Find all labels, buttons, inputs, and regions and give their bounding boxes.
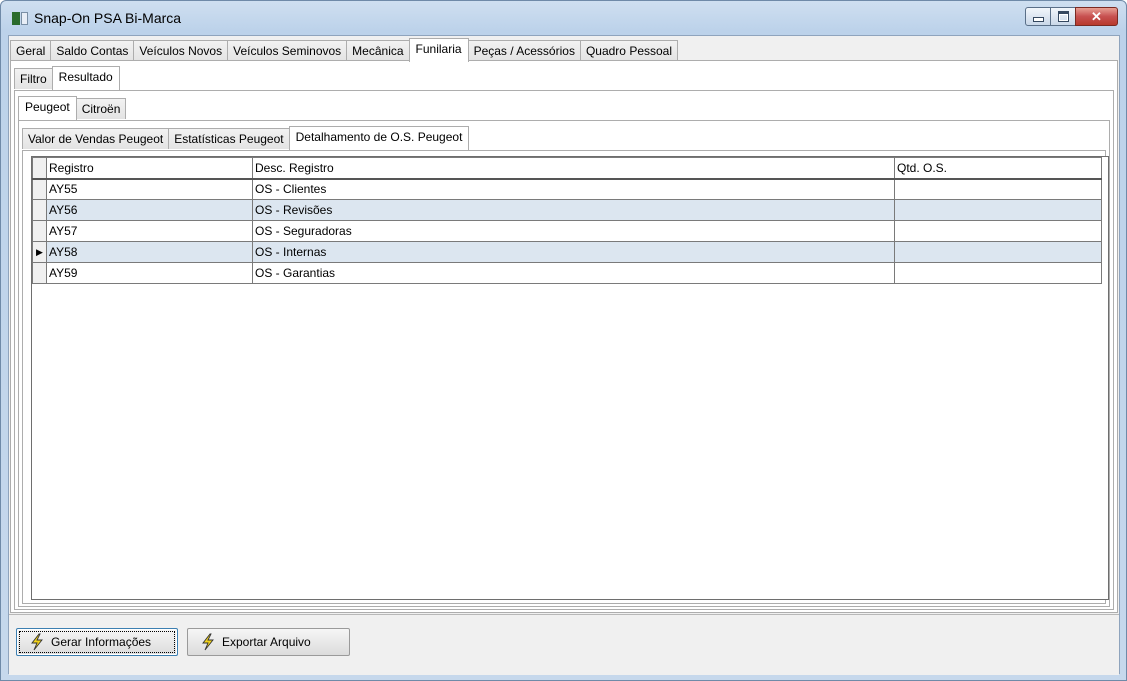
tab-citroen[interactable]: Citroën: [75, 98, 127, 119]
column-header-qtd-os[interactable]: Qtd. O.S.: [894, 157, 1102, 180]
cell-qtd[interactable]: [894, 178, 1102, 200]
table-row[interactable]: AY57 OS - Seguradoras: [32, 220, 1102, 242]
gerar-informacoes-label: Gerar Informações: [51, 635, 152, 649]
table-row[interactable]: AY56 OS - Revisões: [32, 199, 1102, 221]
tab-veiculos-seminovos[interactable]: Veículos Seminovos: [227, 40, 348, 61]
row-indicator[interactable]: [32, 199, 47, 221]
os-table: Registro Desc. Registro Qtd. O.S. AY55 O…: [32, 157, 1102, 284]
cell-registro[interactable]: AY58: [46, 241, 253, 263]
row-indicator-header: [32, 157, 47, 180]
lightning-bolt-icon: [202, 633, 214, 651]
brand-tabs: Peugeot Citroën: [18, 96, 127, 120]
cell-desc[interactable]: OS - Clientes: [252, 178, 895, 200]
table-row[interactable]: AY59 OS - Garantias: [32, 262, 1102, 284]
table-header-row: Registro Desc. Registro Qtd. O.S.: [32, 157, 1102, 180]
cell-qtd[interactable]: [894, 199, 1102, 221]
column-header-desc-registro[interactable]: Desc. Registro: [252, 157, 895, 180]
gerar-informacoes-button[interactable]: Gerar Informações: [16, 628, 178, 656]
tab-mecanica[interactable]: Mecânica: [346, 40, 410, 61]
tab-quadro-pessoal[interactable]: Quadro Pessoal: [579, 40, 679, 61]
tab-filtro[interactable]: Filtro: [14, 68, 53, 89]
cell-registro[interactable]: AY59: [46, 262, 253, 284]
app-icon: [12, 12, 28, 25]
row-indicator[interactable]: [32, 178, 47, 200]
tab-saldo-contas[interactable]: Saldo Contas: [50, 40, 135, 61]
title-bar[interactable]: Snap-On PSA Bi-Marca ✕: [1, 1, 1126, 35]
tab-pecas-acessorios[interactable]: Peças / Acessórios: [467, 40, 581, 61]
cell-qtd[interactable]: [894, 262, 1102, 284]
maximize-icon: [1057, 11, 1069, 22]
tab-valor-vendas[interactable]: Valor de Vendas Peugeot: [22, 128, 170, 149]
lightning-bolt-icon: [31, 633, 43, 651]
table-row-current[interactable]: ▶ AY58 OS - Internas: [32, 241, 1102, 263]
report-tabs: Valor de Vendas Peugeot Estatísticas Peu…: [22, 126, 470, 150]
cell-desc[interactable]: OS - Garantias: [252, 262, 895, 284]
main-tabs: Geral Saldo Contas Veículos Novos Veícul…: [10, 38, 679, 62]
cell-registro[interactable]: AY56: [46, 199, 253, 221]
app-window: Snap-On PSA Bi-Marca ✕ Geral Saldo Conta…: [0, 0, 1127, 681]
tab-funilaria[interactable]: Funilaria: [408, 38, 469, 62]
tab-peugeot[interactable]: Peugeot: [18, 96, 77, 120]
cell-desc[interactable]: OS - Revisões: [252, 199, 895, 221]
close-icon: ✕: [1091, 8, 1102, 24]
cell-registro[interactable]: AY55: [46, 178, 253, 200]
exportar-arquivo-label: Exportar Arquivo: [222, 635, 311, 649]
os-grid[interactable]: Registro Desc. Registro Qtd. O.S. AY55 O…: [31, 156, 1109, 600]
minimize-icon: [1032, 17, 1044, 22]
sub-tabs: Filtro Resultado: [14, 66, 120, 90]
caption-buttons: ✕: [1025, 7, 1118, 27]
current-row-arrow-icon[interactable]: ▶: [32, 241, 47, 263]
tab-veiculos-novos[interactable]: Veículos Novos: [133, 40, 229, 61]
tab-estatisticas[interactable]: Estatísticas Peugeot: [168, 128, 290, 149]
maximize-button[interactable]: [1050, 7, 1076, 26]
cell-registro[interactable]: AY57: [46, 220, 253, 242]
exportar-arquivo-button[interactable]: Exportar Arquivo: [187, 628, 350, 656]
cell-desc[interactable]: OS - Seguradoras: [252, 220, 895, 242]
cell-qtd[interactable]: [894, 241, 1102, 263]
row-indicator[interactable]: [32, 262, 47, 284]
tab-detalhamento-os[interactable]: Detalhamento de O.S. Peugeot: [288, 126, 470, 150]
row-indicator[interactable]: [32, 220, 47, 242]
window-title: Snap-On PSA Bi-Marca: [34, 10, 182, 26]
client-area: Geral Saldo Contas Veículos Novos Veícul…: [8, 35, 1120, 675]
table-row[interactable]: AY55 OS - Clientes: [32, 178, 1102, 200]
column-header-registro[interactable]: Registro: [46, 157, 253, 180]
cell-desc[interactable]: OS - Internas: [252, 241, 895, 263]
minimize-button[interactable]: [1025, 7, 1051, 26]
tab-resultado[interactable]: Resultado: [51, 66, 120, 90]
tab-geral[interactable]: Geral: [10, 40, 52, 61]
close-button[interactable]: ✕: [1075, 7, 1118, 26]
button-bar: Gerar Informações Exportar Arquivo: [9, 614, 1119, 675]
cell-qtd[interactable]: [894, 220, 1102, 242]
